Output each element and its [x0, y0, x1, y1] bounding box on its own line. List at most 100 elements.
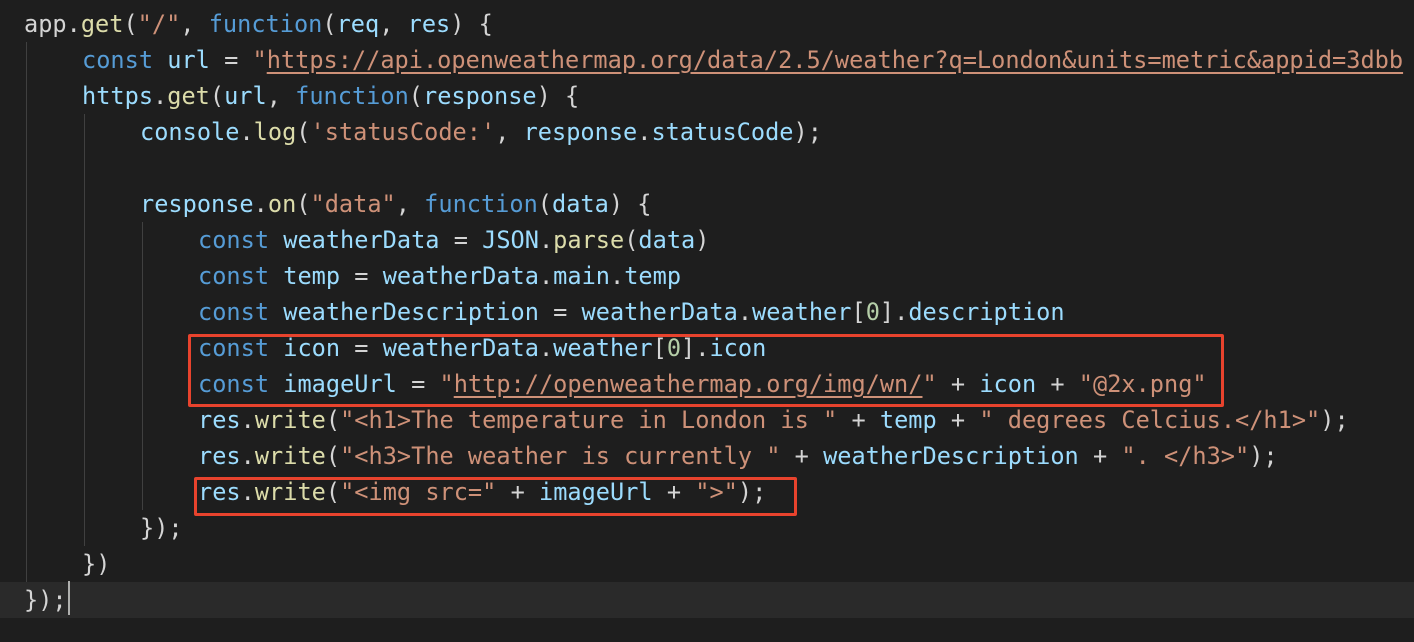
code-token: (	[296, 190, 311, 218]
code-token: "<h3>The weather is currently "	[340, 442, 781, 470]
code-token: +	[1078, 442, 1122, 470]
code-token: const	[198, 226, 284, 254]
code-token: (	[408, 82, 423, 110]
code-token: .	[240, 406, 255, 434]
code-token: temp	[879, 406, 937, 434]
code-token: app.	[24, 10, 81, 38]
code-token: ) {	[536, 82, 580, 110]
code-token: https://api.openweathermap.org/data/2.5/…	[266, 46, 1404, 74]
code-line[interactable]: const weatherDescription = weatherData.w…	[0, 294, 1414, 330]
code-token: "/"	[137, 10, 181, 38]
code-token: weather	[752, 298, 852, 326]
code-token: "	[252, 46, 267, 74]
code-token: [	[851, 298, 866, 326]
code-token: );	[793, 118, 822, 146]
code-token: ,	[180, 10, 209, 38]
code-token: +	[837, 406, 880, 434]
code-token: url	[167, 46, 210, 74]
code-token: ].	[879, 298, 909, 326]
code-token: .	[240, 442, 255, 470]
code-token: .	[153, 82, 168, 110]
code-token: ) {	[450, 10, 493, 38]
code-token: description	[908, 298, 1065, 326]
code-token: (	[209, 82, 225, 110]
code-token: "<h1>The temperature in London is "	[340, 406, 838, 434]
code-token: response	[523, 118, 638, 146]
code-token: response	[140, 190, 254, 218]
code-line[interactable]: const temp = weatherData.main.temp	[0, 258, 1414, 294]
code-line[interactable]: response.on("data", function(data) {	[0, 186, 1414, 222]
code-token: function	[424, 190, 538, 218]
code-line[interactable]	[0, 150, 1414, 186]
code-token: get	[167, 82, 210, 110]
code-token: 'statusCode:'	[310, 118, 496, 146]
code-line[interactable]: const url = "https://api.openweathermap.…	[0, 42, 1414, 78]
code-token: on	[267, 190, 297, 218]
code-token: data	[638, 226, 696, 254]
code-token: ) {	[608, 190, 652, 218]
code-token: +	[780, 442, 824, 470]
code-token: log	[253, 118, 297, 146]
code-token: temp	[283, 262, 341, 290]
highlight-box-icon-imageurl	[188, 334, 1224, 407]
code-token: weatherData	[283, 226, 440, 254]
code-token: write	[254, 406, 326, 434]
text-cursor	[68, 581, 70, 615]
code-token: (	[322, 10, 337, 38]
code-token: write	[254, 442, 326, 470]
code-token: ,	[379, 10, 408, 38]
code-line[interactable]: const weatherData = JSON.parse(data)	[0, 222, 1414, 258]
code-token: .	[737, 298, 753, 326]
code-token: console	[140, 118, 240, 146]
code-token: "data"	[310, 190, 396, 218]
code-token: function	[208, 10, 323, 38]
code-token: .	[538, 262, 554, 290]
code-token: const	[198, 262, 284, 290]
code-token: weatherDescription	[283, 298, 539, 326]
code-token: response	[423, 82, 537, 110]
code-line[interactable]: res.write("<h1>The temperature in London…	[0, 402, 1414, 438]
code-token: .	[610, 262, 625, 290]
code-token: (	[123, 10, 138, 38]
code-token: 0	[865, 298, 880, 326]
code-line[interactable]: });	[0, 582, 1414, 618]
code-token: JSON	[482, 226, 539, 254]
code-token: (	[624, 226, 639, 254]
code-line[interactable]: https.get(url, function(response) {	[0, 78, 1414, 114]
code-token: +	[936, 406, 980, 434]
code-line[interactable]: res.write("<h3>The weather is currently …	[0, 438, 1414, 474]
code-token: =	[340, 262, 383, 290]
code-token: const	[198, 298, 284, 326]
code-token: const	[82, 46, 168, 74]
code-token: url	[224, 82, 267, 110]
code-token: (	[296, 118, 311, 146]
code-token: weatherData	[581, 298, 738, 326]
code-token: )	[695, 226, 710, 254]
code-token: ,	[395, 190, 425, 218]
code-editor[interactable]: app.get("/", function(req, res) { const …	[0, 0, 1414, 642]
highlight-box-img-write	[194, 477, 797, 516]
code-line[interactable]: console.log('statusCode:', response.stat…	[0, 114, 1414, 150]
code-token: ,	[495, 118, 524, 146]
code-token: (	[537, 190, 553, 218]
code-token: res	[198, 406, 241, 434]
code-token: weatherData	[382, 262, 539, 290]
code-token: (	[325, 406, 341, 434]
code-token: res	[198, 442, 241, 470]
code-token: weatherDescription	[823, 442, 1079, 470]
code-token: });	[140, 514, 183, 542]
code-token: .	[538, 226, 554, 254]
code-token: temp	[624, 262, 682, 290]
code-token: get	[80, 10, 124, 38]
code-token: parse	[553, 226, 625, 254]
code-token: });	[24, 586, 67, 614]
code-token: res	[407, 10, 451, 38]
code-token: function	[295, 82, 409, 110]
code-token: (	[325, 442, 341, 470]
code-line[interactable]: app.get("/", function(req, res) {	[0, 6, 1414, 42]
code-token: =	[538, 298, 582, 326]
code-line[interactable]: })	[0, 546, 1414, 582]
code-token: ,	[266, 82, 296, 110]
code-token: req	[336, 10, 380, 38]
code-token: https	[82, 82, 154, 110]
